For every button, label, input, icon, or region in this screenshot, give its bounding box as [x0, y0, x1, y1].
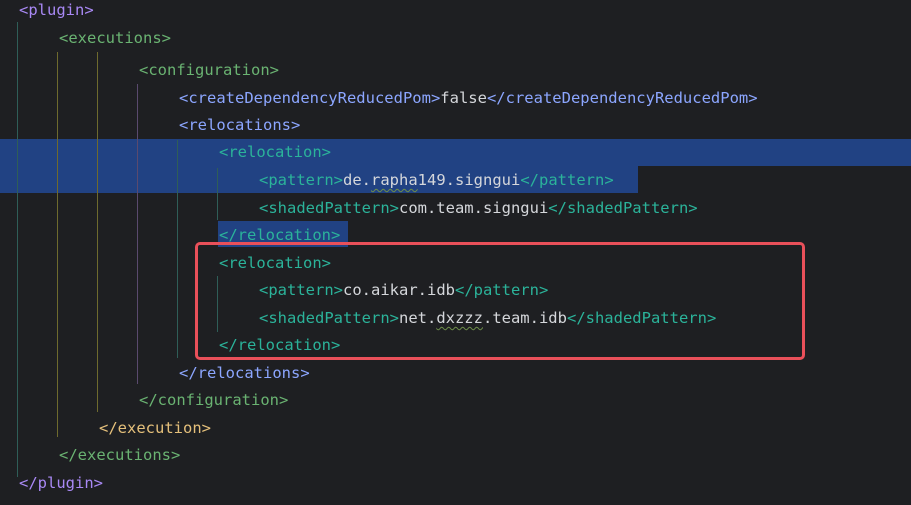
- plugin-close-tag: </plugin>: [19, 474, 103, 492]
- pattern-open-tag: <pattern>: [259, 171, 343, 189]
- configuration-close-tag: </configuration>: [139, 391, 289, 409]
- pattern-value: de.: [343, 171, 371, 189]
- code-line: <pattern>de.rapha149.signgui</pattern>: [259, 167, 614, 194]
- code-line: <relocations>: [179, 112, 300, 139]
- shaded-pattern-open-tag: <shadedPattern>: [259, 199, 399, 217]
- code-line: <executions>: [59, 25, 171, 52]
- code-line: </execution>: [99, 415, 211, 442]
- configuration-open-tag: <configuration>: [139, 61, 279, 79]
- plugin-open-tag: <plugin>: [19, 1, 94, 19]
- indent-guide: [17, 22, 18, 477]
- code-line: <shadedPattern>com.team.signgui</shadedP…: [259, 195, 698, 222]
- shaded-pattern-value: com.team.signgui: [398, 199, 549, 217]
- cdrp-close-tag: </createDependencyReducedPom>: [486, 89, 758, 107]
- code-line: <relocation>: [219, 139, 331, 166]
- code-line: <configuration>: [139, 57, 279, 84]
- shaded-pattern-close-tag: </shadedPattern>: [548, 199, 698, 217]
- code-editor[interactable]: <plugin> <executions> <configuration> <c…: [0, 0, 911, 505]
- cdrp-value: false: [440, 89, 487, 107]
- indent-guide: [57, 52, 58, 437]
- executions-close-tag: </executions>: [59, 446, 181, 464]
- cdrp-open-tag: <createDependencyReducedPom>: [179, 89, 441, 107]
- code-line: </executions>: [59, 442, 180, 469]
- highlight-annotation-box: [195, 242, 805, 360]
- code-line: </plugin>: [19, 470, 103, 497]
- pattern-value-typo: rapha: [371, 171, 418, 189]
- executions-open-tag: <executions>: [59, 29, 171, 47]
- code-line: </relocations>: [179, 360, 310, 387]
- indent-guide: [97, 52, 98, 412]
- execution-close-tag: </execution>: [99, 419, 211, 437]
- relocation-open-tag: <relocation>: [219, 143, 331, 161]
- indent-guide: [137, 84, 138, 384]
- code-line: <createDependencyReducedPom>false</creat…: [179, 85, 758, 112]
- pattern-value: 149.signgui: [417, 171, 521, 189]
- indent-guide: [177, 140, 178, 358]
- code-line: <plugin>: [19, 0, 94, 24]
- relocations-close-tag: </relocations>: [179, 364, 310, 382]
- relocations-open-tag: <relocations>: [179, 116, 301, 134]
- code-line: </configuration>: [139, 387, 288, 414]
- pattern-close-tag: </pattern>: [520, 171, 614, 189]
- indent-guide: [217, 168, 218, 220]
